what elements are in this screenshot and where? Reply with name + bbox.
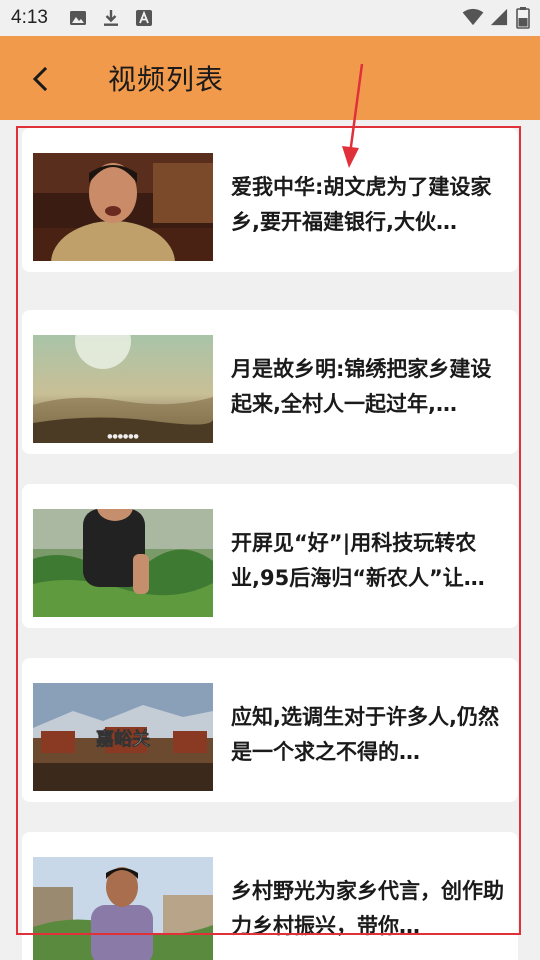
svg-text:●●●●●●: ●●●●●●: [107, 433, 138, 440]
download-icon: [104, 10, 118, 26]
video-thumbnail: 嘉峪关: [33, 683, 213, 791]
video-list-item[interactable]: 开屏见“好”|用科技玩转农业,95后海归“新农人”让…: [22, 484, 518, 628]
video-title: 乡村野光为家乡代言，创作助力乡村振兴，带你…: [231, 879, 504, 938]
app-bar: 视频列表: [0, 36, 540, 120]
chevron-left-icon[interactable]: [26, 64, 56, 94]
video-title: 月是故乡明:锦绣把家乡建设起来,全村人一起过年,…: [231, 357, 492, 416]
text-a-icon: [136, 10, 152, 26]
video-list[interactable]: 爱我中华:胡文虎为了建设家乡,要开福建银行,大伙… ●●●●●● 月是故乡明:锦…: [0, 120, 540, 960]
video-title: 应知,选调生对于许多人,仍然是一个求之不得的…: [231, 705, 499, 764]
page-title: 视频列表: [108, 63, 225, 96]
video-thumbnail: [33, 153, 213, 261]
video-list-item[interactable]: 乡村野光为家乡代言，创作助力乡村振兴，带你…: [22, 832, 518, 960]
video-thumbnail: [33, 509, 213, 617]
thumbnail-caption: 嘉峪关: [95, 728, 150, 750]
video-thumbnail: [33, 857, 213, 960]
signal-icon: [490, 8, 508, 26]
battery-icon: [516, 7, 530, 29]
video-list-item[interactable]: 爱我中华:胡文虎为了建设家乡,要开福建银行,大伙…: [22, 128, 518, 272]
video-list-item[interactable]: ●●●●●● 月是故乡明:锦绣把家乡建设起来,全村人一起过年,…: [22, 310, 518, 454]
video-list-item[interactable]: 嘉峪关 应知,选调生对于许多人,仍然是一个求之不得的…: [22, 658, 518, 802]
status-bar: 4:13: [0, 0, 540, 36]
wifi-icon: [462, 8, 484, 26]
image-icon: [70, 11, 86, 25]
video-title: 爱我中华:胡文虎为了建设家乡,要开福建银行,大伙…: [231, 175, 492, 234]
video-title: 开屏见“好”|用科技玩转农业,95后海归“新农人”让…: [231, 531, 485, 590]
video-thumbnail: ●●●●●●: [33, 335, 213, 443]
status-time: 4:13: [11, 7, 48, 28]
